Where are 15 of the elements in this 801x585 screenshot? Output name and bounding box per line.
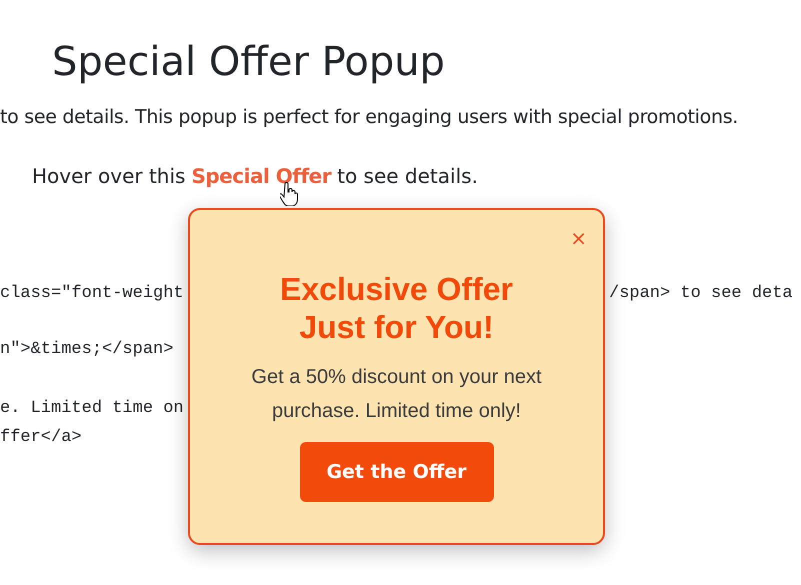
code-line: class="font-weight: [0, 284, 184, 303]
code-line: n">&times;</span>: [0, 340, 174, 359]
popup-title: Exclusive Offer Just for You!: [279, 270, 514, 346]
hover-text: Hover over this: [32, 166, 186, 186]
hand-cursor-icon: [280, 182, 298, 206]
special-offer-link[interactable]: Special Offer: [191, 166, 332, 186]
get-offer-button[interactable]: Get the Offer: [300, 442, 494, 502]
code-line: ffer</a>: [0, 428, 82, 447]
close-button[interactable]: ×: [570, 228, 587, 248]
popup-message: Get a 50% discount on your next purchase. Limited time only!: [250, 365, 543, 424]
page-heading: Special Offer Popup: [52, 42, 445, 82]
code-line: /span> to see deta: [609, 284, 793, 303]
code-line: e. Limited time on: [0, 399, 184, 418]
hover-text: to see details.: [337, 166, 478, 186]
intro-text: to see details. This popup is perfect for engaging users with special promotions.: [0, 108, 738, 127]
